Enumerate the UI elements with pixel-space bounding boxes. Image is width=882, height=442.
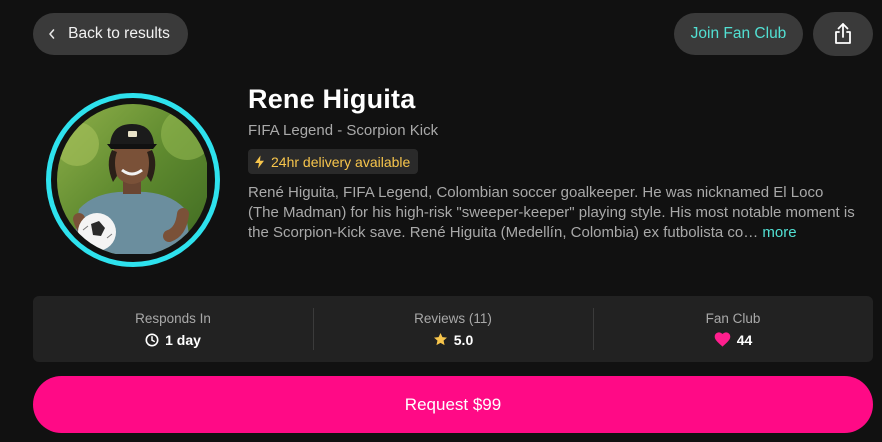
stat-reviews[interactable]: Reviews (11) 5.0	[313, 296, 593, 362]
stat-responds-in: Responds In 1 day	[33, 296, 313, 362]
chevron-left-icon	[49, 29, 55, 39]
star-icon	[433, 332, 447, 346]
celebrity-description: René Higuita, FIFA Legend, Colombian soc…	[248, 183, 858, 243]
stat-value: 44	[736, 331, 753, 348]
celebrity-name: Rene Higuita	[248, 84, 416, 114]
request-button[interactable]: Request $99	[33, 376, 873, 433]
stats-bar: Responds In 1 day Reviews (11) 5.0 Fan C…	[33, 296, 873, 362]
join-fan-club-button[interactable]: Join Fan Club	[674, 13, 803, 55]
avatar-photo	[57, 104, 209, 254]
more-link[interactable]: more	[762, 224, 796, 241]
delivery-badge: 24hr delivery available	[248, 149, 419, 174]
celebrity-subtitle: FIFA Legend - Scorpion Kick	[248, 122, 439, 139]
back-label: Back to results	[68, 25, 170, 42]
lightning-icon	[255, 155, 264, 168]
avatar-ring	[46, 93, 220, 267]
join-fan-club-label: Join Fan Club	[690, 25, 787, 42]
heart-icon	[714, 332, 730, 347]
share-icon	[835, 23, 851, 44]
stat-value: 1 day	[165, 331, 201, 348]
share-button[interactable]	[813, 12, 873, 56]
clock-icon	[145, 333, 159, 346]
stat-fan-club[interactable]: Fan Club 44	[593, 296, 873, 362]
stat-label: Responds In	[135, 310, 211, 326]
stat-value: 5.0	[453, 331, 474, 348]
stat-label: Reviews (11)	[414, 310, 492, 326]
request-button-label: Request $99	[404, 394, 502, 414]
avatar	[57, 104, 209, 256]
stat-label: Fan Club	[705, 310, 761, 326]
delivery-badge-label: 24hr delivery available	[271, 153, 411, 170]
back-to-results-button[interactable]: Back to results	[33, 13, 188, 55]
